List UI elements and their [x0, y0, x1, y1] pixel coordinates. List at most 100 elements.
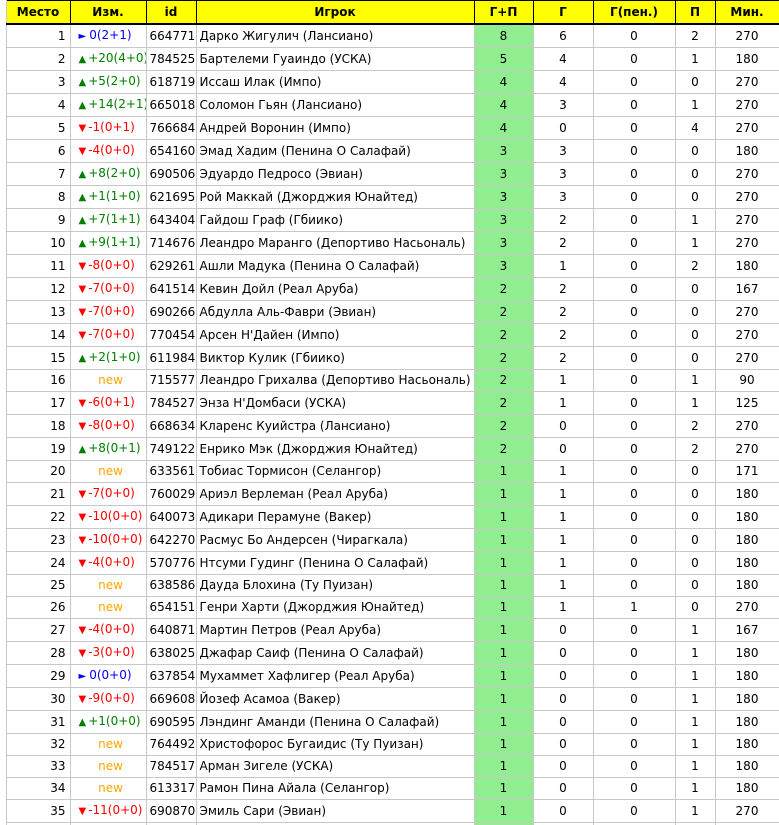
- cell-penalty-goals[interactable]: 0: [592, 687, 676, 711]
- cell-change[interactable]: ► 0(0+0): [69, 664, 147, 688]
- cell-player[interactable]: Адикари Перамуне (Вакер): [195, 505, 475, 529]
- cell-id[interactable]: 784525: [145, 47, 197, 71]
- cell-id[interactable]: 637854: [145, 664, 197, 688]
- cell-minutes[interactable]: 270: [714, 323, 779, 347]
- cell-id[interactable]: 643404: [145, 208, 197, 232]
- cell-goals[interactable]: 0: [532, 618, 594, 642]
- cell-player[interactable]: Дауда Блохина (Ту Пуизан): [195, 574, 475, 597]
- cell-assists[interactable]: 1: [674, 369, 716, 392]
- cell-id[interactable]: 714676: [145, 231, 197, 255]
- cell-minutes[interactable]: 270: [714, 93, 779, 117]
- cell-goals-assists[interactable]: 1: [473, 596, 534, 619]
- cell-assists[interactable]: 1: [674, 799, 716, 823]
- cell-id[interactable]: 764492: [145, 733, 197, 756]
- cell-minutes[interactable]: 270: [714, 300, 779, 324]
- cell-penalty-goals[interactable]: 0: [592, 93, 676, 117]
- cell-player[interactable]: Генри Харти (Джорджия Юнайтед): [195, 596, 475, 619]
- cell-penalty-goals[interactable]: 0: [592, 799, 676, 823]
- cell-assists[interactable]: 1: [674, 733, 716, 756]
- cell-minutes[interactable]: 180: [714, 687, 779, 711]
- cell-goals-assists[interactable]: 8: [473, 23, 534, 48]
- cell-id[interactable]: 766684: [145, 116, 197, 140]
- cell-penalty-goals[interactable]: 0: [592, 733, 676, 756]
- cell-place[interactable]: 20: [5, 460, 71, 483]
- cell-goals-assists[interactable]: 1: [473, 710, 534, 734]
- cell-change[interactable]: ▲ +9(1+1): [69, 231, 147, 255]
- cell-place[interactable]: 26: [5, 596, 71, 619]
- cell-minutes[interactable]: 270: [714, 799, 779, 823]
- cell-change[interactable]: ▼ -3(0+0): [69, 641, 147, 665]
- cell-id[interactable]: 654160: [145, 139, 197, 163]
- cell-goals-assists[interactable]: 1: [473, 799, 534, 823]
- cell-place[interactable]: 11: [5, 254, 71, 278]
- cell-penalty-goals[interactable]: 0: [592, 641, 676, 665]
- cell-id[interactable]: 668634: [145, 414, 197, 438]
- cell-assists[interactable]: 0: [674, 162, 716, 186]
- cell-change[interactable]: new: [69, 369, 147, 392]
- cell-assists[interactable]: 0: [674, 300, 716, 324]
- cell-player[interactable]: Христофорос Бугаидис (Ту Пуизан): [195, 733, 475, 756]
- cell-minutes[interactable]: 270: [714, 162, 779, 186]
- cell-goals-assists[interactable]: 4: [473, 116, 534, 140]
- cell-place[interactable]: 30: [5, 687, 71, 711]
- cell-change[interactable]: ▲ +8(2+0): [69, 162, 147, 186]
- cell-assists[interactable]: 0: [674, 277, 716, 301]
- cell-goals[interactable]: 6: [532, 23, 594, 48]
- cell-penalty-goals[interactable]: 0: [592, 277, 676, 301]
- cell-goals-assists[interactable]: 1: [473, 482, 534, 506]
- cell-minutes[interactable]: 270: [714, 596, 779, 619]
- cell-goals-assists[interactable]: 3: [473, 231, 534, 255]
- cell-place[interactable]: 23: [5, 528, 71, 552]
- cell-minutes[interactable]: 180: [714, 254, 779, 278]
- cell-player[interactable]: Нтсуми Гудинг (Пенина О Салафай): [195, 551, 475, 575]
- cell-player[interactable]: Дарко Жигулич (Лансиано): [195, 23, 475, 48]
- cell-place[interactable]: 21: [5, 482, 71, 506]
- cell-change[interactable]: ▼ -6(0+1): [69, 391, 147, 415]
- cell-goals[interactable]: 3: [532, 139, 594, 163]
- cell-change[interactable]: ▼ -7(0+0): [69, 482, 147, 506]
- cell-goals[interactable]: 0: [532, 777, 594, 800]
- cell-change[interactable]: ▼ -8(0+0): [69, 414, 147, 438]
- cell-change[interactable]: new: [69, 574, 147, 597]
- cell-assists[interactable]: 1: [674, 47, 716, 71]
- cell-place[interactable]: 13: [5, 300, 71, 324]
- cell-minutes[interactable]: 270: [714, 231, 779, 255]
- cell-goals[interactable]: 3: [532, 93, 594, 117]
- cell-id[interactable]: 570776: [145, 551, 197, 575]
- cell-player[interactable]: Кларенс Куийстра (Лансиано): [195, 414, 475, 438]
- cell-change[interactable]: ▲ +8(0+1): [69, 437, 147, 461]
- cell-assists[interactable]: 2: [674, 254, 716, 278]
- cell-penalty-goals[interactable]: 0: [592, 346, 676, 370]
- cell-id[interactable]: 640073: [145, 505, 197, 529]
- cell-goals[interactable]: 1: [532, 369, 594, 392]
- cell-goals[interactable]: 2: [532, 231, 594, 255]
- cell-assists[interactable]: 0: [674, 596, 716, 619]
- cell-penalty-goals[interactable]: 0: [592, 208, 676, 232]
- cell-goals[interactable]: 1: [532, 254, 594, 278]
- cell-place[interactable]: 33: [5, 755, 71, 778]
- cell-place[interactable]: 16: [5, 369, 71, 392]
- cell-goals-assists[interactable]: 4: [473, 93, 534, 117]
- header-goals-assists[interactable]: Г+П: [473, 0, 534, 25]
- cell-place[interactable]: 14: [5, 323, 71, 347]
- cell-assists[interactable]: 1: [674, 208, 716, 232]
- cell-goals-assists[interactable]: 1: [473, 687, 534, 711]
- cell-place[interactable]: 19: [5, 437, 71, 461]
- cell-id[interactable]: 618719: [145, 70, 197, 94]
- cell-goals[interactable]: 0: [532, 733, 594, 756]
- cell-id[interactable]: 621695: [145, 185, 197, 209]
- cell-penalty-goals[interactable]: 0: [592, 551, 676, 575]
- cell-id[interactable]: 784517: [145, 755, 197, 778]
- cell-minutes[interactable]: 180: [714, 482, 779, 506]
- header-change[interactable]: Изм.: [69, 0, 147, 25]
- cell-goals[interactable]: 2: [532, 323, 594, 347]
- cell-minutes[interactable]: 180: [714, 710, 779, 734]
- cell-penalty-goals[interactable]: 0: [592, 460, 676, 483]
- cell-minutes[interactable]: 270: [714, 346, 779, 370]
- cell-penalty-goals[interactable]: 0: [592, 437, 676, 461]
- cell-id[interactable]: 690595: [145, 710, 197, 734]
- cell-player[interactable]: Енрико Мэк (Джорджия Юнайтед): [195, 437, 475, 461]
- cell-goals[interactable]: 1: [532, 596, 594, 619]
- cell-place[interactable]: 34: [5, 777, 71, 800]
- cell-assists[interactable]: 1: [674, 618, 716, 642]
